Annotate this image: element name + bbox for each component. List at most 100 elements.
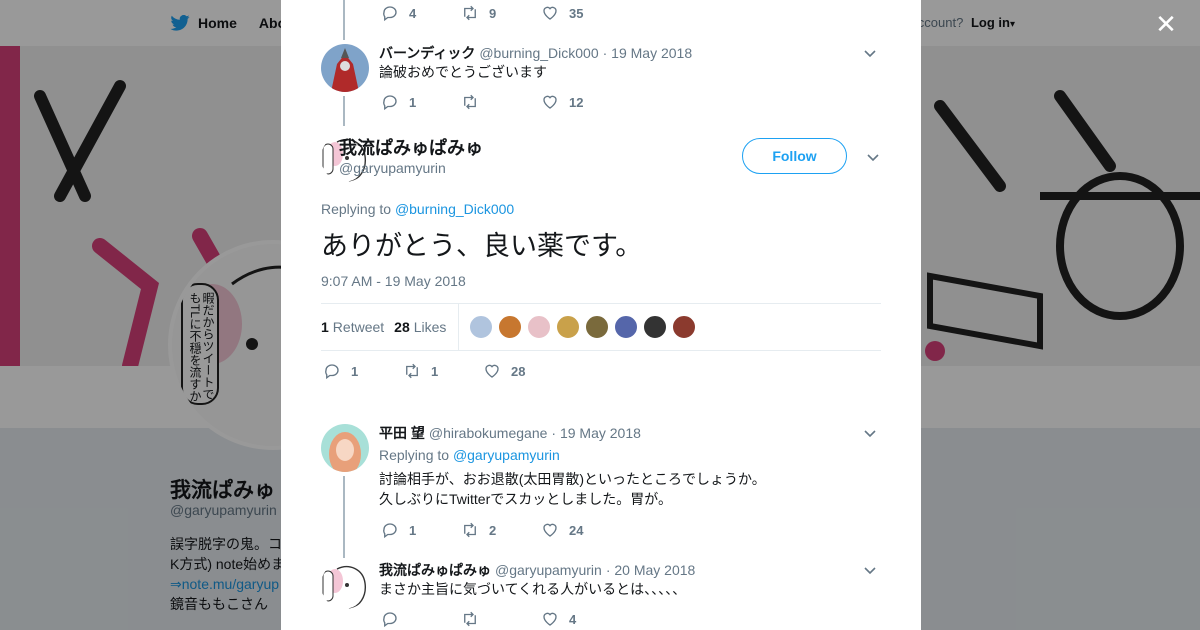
- tweet-item: 我流ぱみゅぱみゅ @garyupamyurin · 20 May 2018 まさか主…: [321, 557, 881, 630]
- tweet-date[interactable]: · 19 May 2018: [551, 425, 641, 441]
- likers-list: [469, 315, 697, 339]
- reply-button[interactable]: 4: [381, 4, 461, 22]
- retweet-button[interactable]: 9: [461, 4, 541, 22]
- replying-to: Replying to @garyupamyurin: [379, 447, 560, 463]
- reply-icon: [383, 6, 397, 22]
- reply-count: 1: [351, 363, 359, 379]
- heart-icon: [543, 95, 557, 109]
- avatar[interactable]: [321, 44, 369, 92]
- user-name[interactable]: バーンディック: [379, 45, 475, 61]
- tweet-header: 平田 望 @hirabokumegane · 19 May 2018: [379, 423, 641, 443]
- chevron-down-icon[interactable]: [866, 150, 880, 164]
- reply-count: 4: [409, 5, 417, 21]
- avatar[interactable]: [321, 561, 369, 609]
- reply-icon: [383, 95, 397, 111]
- liker-avatar[interactable]: [643, 315, 668, 339]
- tweet-actions: 4: [381, 610, 621, 628]
- reply-count: 1: [409, 522, 417, 538]
- tweet-text-line: 討論相手が、おお退散(太田胃散)といったところでしょうか。: [379, 471, 766, 487]
- main-user-name[interactable]: 我流ぱみゅぱみゅ: [339, 134, 483, 160]
- reply-count: 1: [409, 94, 417, 110]
- tweet-date[interactable]: · 19 May 2018: [603, 45, 693, 61]
- tweet-actions: 4 9 35: [381, 4, 621, 22]
- replying-to-prefix: Replying to: [379, 447, 450, 463]
- tweet-text-line: 久しぶりにTwitterでスカッとしました。胃が。: [379, 491, 672, 507]
- retweet-stat[interactable]: 1 Retweet: [321, 319, 384, 335]
- like-stat[interactable]: 28 Likes: [394, 319, 446, 335]
- retweet-stat-count: 1: [321, 319, 329, 335]
- heart-icon: [543, 6, 557, 20]
- retweet-button[interactable]: [461, 610, 541, 628]
- retweet-count: 1: [431, 363, 439, 379]
- like-count: 12: [569, 94, 584, 110]
- retweet-icon: [464, 522, 476, 538]
- liker-avatar[interactable]: [585, 315, 610, 339]
- like-stat-label: Likes: [413, 319, 447, 335]
- replying-to-link[interactable]: @burning_Dick000: [395, 201, 514, 217]
- retweet-count: 2: [489, 522, 497, 538]
- like-count: 4: [569, 611, 577, 627]
- user-name[interactable]: 平田 望: [379, 425, 425, 441]
- user-handle[interactable]: @hirabokumegane: [429, 425, 548, 441]
- tweet-actions: 1 2 24: [381, 521, 621, 539]
- reply-button[interactable]: 1: [381, 521, 461, 539]
- tweet-item: バーンディック @burning_Dick000 · 19 May 2018 論破お…: [321, 40, 881, 126]
- replying-to-link[interactable]: @garyupamyurin: [453, 447, 560, 463]
- reply-icon: [383, 523, 397, 539]
- user-handle[interactable]: @garyupamyurin: [495, 562, 602, 578]
- retweet-icon: [464, 611, 476, 627]
- user-name[interactable]: 我流ぱみゅぱみゅ: [379, 562, 491, 578]
- reply-button[interactable]: [381, 610, 461, 628]
- reply-button[interactable]: 1: [323, 362, 403, 380]
- liker-avatar[interactable]: [469, 315, 494, 339]
- liker-avatar[interactable]: [527, 315, 552, 339]
- main-tweet-actions: 1 1 28: [323, 362, 563, 380]
- liker-avatar[interactable]: [672, 315, 697, 339]
- chevron-down-icon[interactable]: [863, 426, 877, 440]
- tweet-modal: 4 9 35 バーンディック @burning_Dick000 · 19 May 2…: [281, 0, 921, 630]
- tweet-stats: 1 Retweet 28 Likes: [321, 303, 881, 351]
- retweet-button[interactable]: 2: [461, 521, 541, 539]
- retweet-icon: [406, 363, 418, 379]
- main-tweet-text: ありがとう、良い薬です。: [321, 231, 643, 261]
- chevron-down-icon[interactable]: [863, 563, 877, 577]
- replying-to-prefix: Replying to: [321, 201, 392, 217]
- stats-divider: [458, 304, 460, 350]
- main-user-handle[interactable]: @garyupamyurin: [339, 160, 446, 176]
- tweet-date[interactable]: · 20 May 2018: [606, 562, 696, 578]
- tweet-text: 論破おめでとうございます: [379, 64, 547, 80]
- tweet-timestamp[interactable]: 9:07 AM - 19 May 2018: [321, 273, 466, 289]
- heart-icon: [485, 364, 499, 378]
- liker-avatar[interactable]: [498, 315, 523, 339]
- thread-line: [343, 96, 345, 126]
- retweet-button[interactable]: [461, 93, 541, 111]
- like-button[interactable]: 12: [541, 93, 621, 111]
- liker-avatar[interactable]: [556, 315, 581, 339]
- reply-button[interactable]: 1: [381, 93, 461, 111]
- thread-line: [343, 0, 345, 40]
- retweet-icon: [464, 5, 476, 21]
- tweet-header: バーンディック @burning_Dick000 · 19 May 2018: [379, 43, 692, 63]
- like-button[interactable]: 24: [541, 521, 621, 539]
- chevron-down-icon[interactable]: [863, 46, 877, 60]
- liker-avatar[interactable]: [614, 315, 639, 339]
- retweet-stat-label: Retweet: [332, 319, 385, 335]
- close-icon[interactable]: ✕: [1154, 11, 1178, 37]
- retweet-icon: [464, 94, 476, 110]
- tweet-actions: 1 12: [381, 93, 621, 111]
- follow-button[interactable]: Follow: [742, 138, 847, 174]
- avatar[interactable]: [321, 424, 369, 472]
- tweet-text: 討論相手が、おお退散(太田胃散)といったところでしょうか。 久しぶりにTwitt…: [379, 469, 766, 509]
- like-count: 24: [569, 522, 584, 538]
- like-count: 28: [511, 363, 526, 379]
- heart-icon: [543, 523, 557, 537]
- like-button[interactable]: 28: [483, 362, 563, 380]
- tweet-text: まさか主旨に気づいてくれる人がいるとは、、、、、: [379, 581, 687, 597]
- user-handle[interactable]: @burning_Dick000: [479, 45, 598, 61]
- like-button[interactable]: 35: [541, 4, 621, 22]
- like-stat-count: 28: [394, 319, 410, 335]
- retweet-button[interactable]: 1: [403, 362, 483, 380]
- replying-to: Replying to @burning_Dick000: [321, 201, 514, 217]
- like-button[interactable]: 4: [541, 610, 621, 628]
- tweet-header: 我流ぱみゅぱみゅ @garyupamyurin · 20 May 2018: [379, 560, 695, 580]
